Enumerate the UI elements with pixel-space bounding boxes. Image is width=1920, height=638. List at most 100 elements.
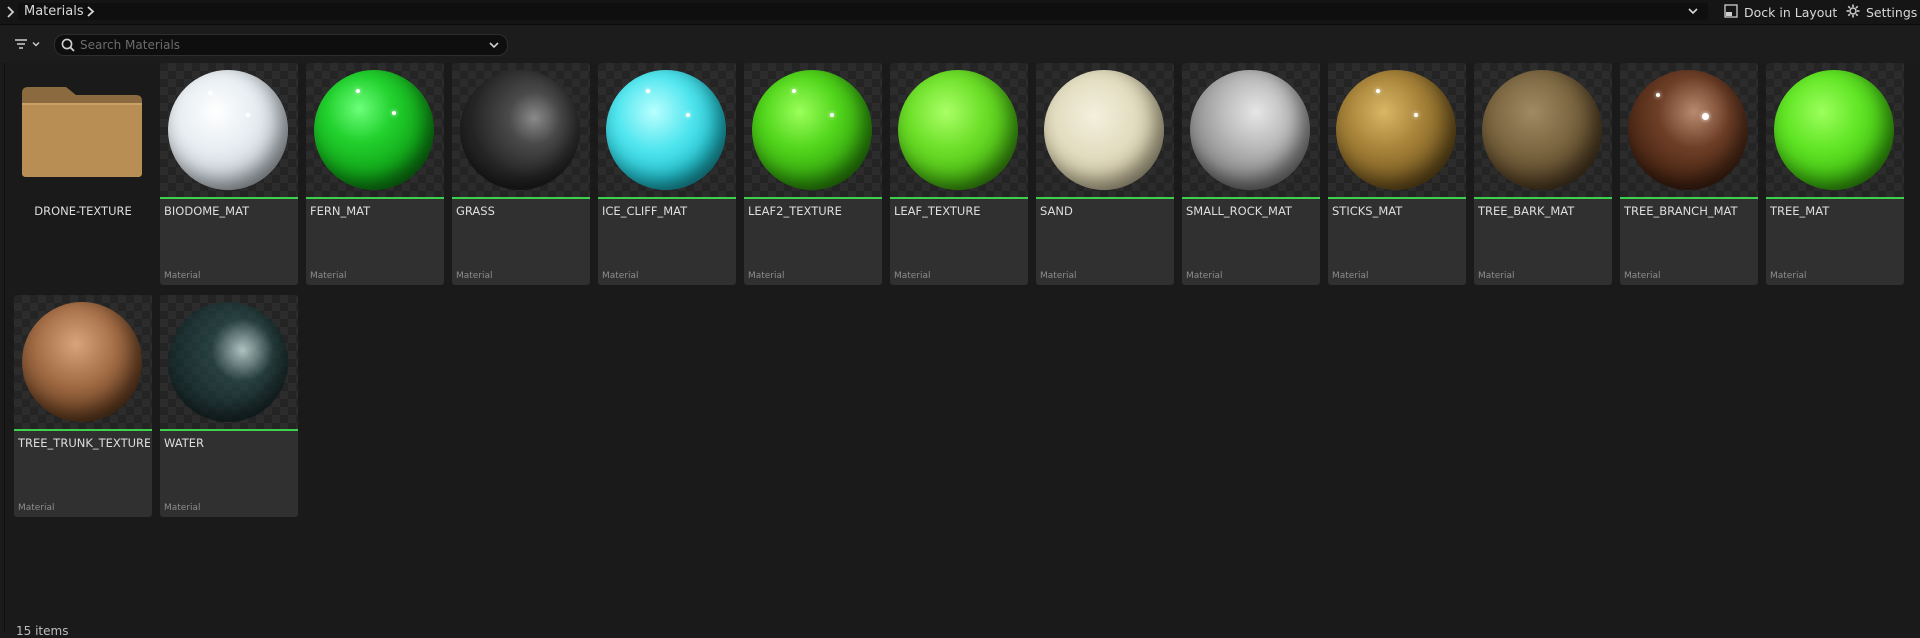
path-bar: Materials Dock in Layout Settings xyxy=(0,0,1920,25)
asset-type-bar xyxy=(598,197,736,199)
material-preview-sphere xyxy=(22,302,142,422)
asset-name: STICKS_MAT xyxy=(1332,204,1403,218)
material-preview-sphere xyxy=(1190,70,1310,190)
specular-highlight xyxy=(208,91,212,95)
asset-type: Material xyxy=(1478,271,1515,281)
asset-tile[interactable]: SMALL_ROCK_MAT Material xyxy=(1182,63,1320,285)
material-preview-sphere xyxy=(1628,70,1748,190)
chevron-down-icon[interactable] xyxy=(487,38,501,52)
asset-tile[interactable]: ICE_CLIFF_MAT Material xyxy=(598,63,736,285)
asset-name: SAND xyxy=(1040,204,1073,218)
asset-name: TREE_MAT xyxy=(1770,204,1830,218)
settings-label: Settings xyxy=(1866,4,1918,20)
item-count: 15 items xyxy=(16,624,69,638)
asset-thumbnail xyxy=(160,63,298,197)
asset-name: TREE_TRUNK_TEXTURES xyxy=(18,436,150,450)
asset-type: Material xyxy=(456,271,493,281)
asset-thumbnail xyxy=(160,295,298,429)
search-icon xyxy=(60,37,76,53)
material-preview-sphere xyxy=(314,70,434,190)
asset-type-bar xyxy=(1328,197,1466,199)
asset-thumbnail xyxy=(306,63,444,197)
folder-tile[interactable]: DRONE-TEXTURE xyxy=(14,63,152,285)
asset-tile[interactable]: TREE_BARK_MAT Material xyxy=(1474,63,1612,285)
asset-tile[interactable]: LEAF2_TEXTURE Material xyxy=(744,63,882,285)
asset-thumbnail xyxy=(744,63,882,197)
material-preview-sphere xyxy=(1774,70,1894,190)
asset-name: LEAF2_TEXTURE xyxy=(748,204,842,218)
dock-in-layout-button[interactable]: Dock in Layout xyxy=(1724,3,1837,21)
search-placeholder: Search Materials xyxy=(80,38,181,52)
chevron-down-icon[interactable] xyxy=(1686,4,1700,18)
asset-type: Material xyxy=(164,503,201,513)
material-preview-sphere xyxy=(1336,70,1456,190)
asset-type: Material xyxy=(748,271,785,281)
asset-thumbnail xyxy=(1036,63,1174,197)
filter-button[interactable] xyxy=(14,36,41,54)
filter-icon xyxy=(14,38,28,53)
asset-tile[interactable]: GRASS Material xyxy=(452,63,590,285)
specular-highlight xyxy=(646,89,650,93)
asset-type: Material xyxy=(310,271,347,281)
asset-name: SMALL_ROCK_MAT xyxy=(1186,204,1292,218)
asset-thumbnail xyxy=(1766,63,1904,197)
asset-type: Material xyxy=(1040,271,1077,281)
asset-name: TREE_BARK_MAT xyxy=(1478,204,1575,218)
specular-highlight xyxy=(1702,113,1709,120)
folder-icon xyxy=(22,87,142,177)
asset-name: ICE_CLIFF_MAT xyxy=(602,204,688,218)
asset-type: Material xyxy=(1624,271,1661,281)
asset-type-bar xyxy=(160,197,298,199)
asset-type-bar xyxy=(1036,197,1174,199)
asset-thumbnail xyxy=(452,63,590,197)
asset-type-bar xyxy=(744,197,882,199)
asset-name: LEAF_TEXTURE xyxy=(894,204,981,218)
breadcrumb[interactable]: Materials xyxy=(18,3,1708,20)
asset-tile[interactable]: WATER Material xyxy=(160,295,298,517)
asset-tile[interactable]: SAND Material xyxy=(1036,63,1174,285)
panel-divider xyxy=(4,63,5,632)
asset-thumbnail xyxy=(1328,63,1466,197)
specular-highlight xyxy=(1656,93,1660,97)
asset-name: BIODOME_MAT xyxy=(164,204,250,218)
dock-layout-icon xyxy=(1724,3,1738,21)
material-preview-sphere xyxy=(898,70,1018,190)
asset-type-bar xyxy=(306,197,444,199)
material-preview-sphere xyxy=(1482,70,1602,190)
asset-type: Material xyxy=(18,503,55,513)
asset-type-bar xyxy=(1620,197,1758,199)
asset-type-bar xyxy=(452,197,590,199)
asset-thumbnail xyxy=(14,295,152,429)
asset-type-bar xyxy=(1474,197,1612,199)
asset-tile[interactable]: TREE_MAT Material xyxy=(1766,63,1904,285)
asset-thumbnail xyxy=(1182,63,1320,197)
gear-icon xyxy=(1846,4,1860,21)
asset-tile[interactable]: STICKS_MAT Material xyxy=(1328,63,1466,285)
material-preview-sphere xyxy=(168,70,288,190)
material-preview-sphere xyxy=(606,70,726,190)
asset-name: WATER xyxy=(164,436,204,450)
asset-type: Material xyxy=(1332,271,1369,281)
specular-highlight xyxy=(246,113,250,117)
asset-type: Material xyxy=(602,271,639,281)
breadcrumb-materials[interactable]: Materials xyxy=(24,4,84,19)
asset-tile[interactable]: TREE_BRANCH_MAT Material xyxy=(1620,63,1758,285)
asset-tile[interactable]: BIODOME_MAT Material xyxy=(160,63,298,285)
chevron-down-icon xyxy=(31,38,41,52)
chevron-right-icon[interactable] xyxy=(84,3,98,20)
search-input[interactable]: Search Materials xyxy=(54,34,508,56)
asset-name: FERN_MAT xyxy=(310,204,371,218)
chevron-right-icon[interactable] xyxy=(5,4,17,20)
asset-tile[interactable]: LEAF_TEXTURE Material xyxy=(890,63,1028,285)
asset-type-bar xyxy=(160,429,298,431)
specular-highlight xyxy=(1376,89,1380,93)
asset-name: GRASS xyxy=(456,204,495,218)
asset-tile[interactable]: TREE_TRUNK_TEXTURES Material xyxy=(14,295,152,517)
specular-highlight xyxy=(392,111,396,115)
specular-highlight xyxy=(1414,113,1418,117)
asset-tile[interactable]: FERN_MAT Material xyxy=(306,63,444,285)
asset-type: Material xyxy=(894,271,931,281)
specular-highlight xyxy=(356,89,360,93)
settings-button[interactable]: Settings xyxy=(1846,3,1917,21)
material-preview-sphere xyxy=(1044,70,1164,190)
